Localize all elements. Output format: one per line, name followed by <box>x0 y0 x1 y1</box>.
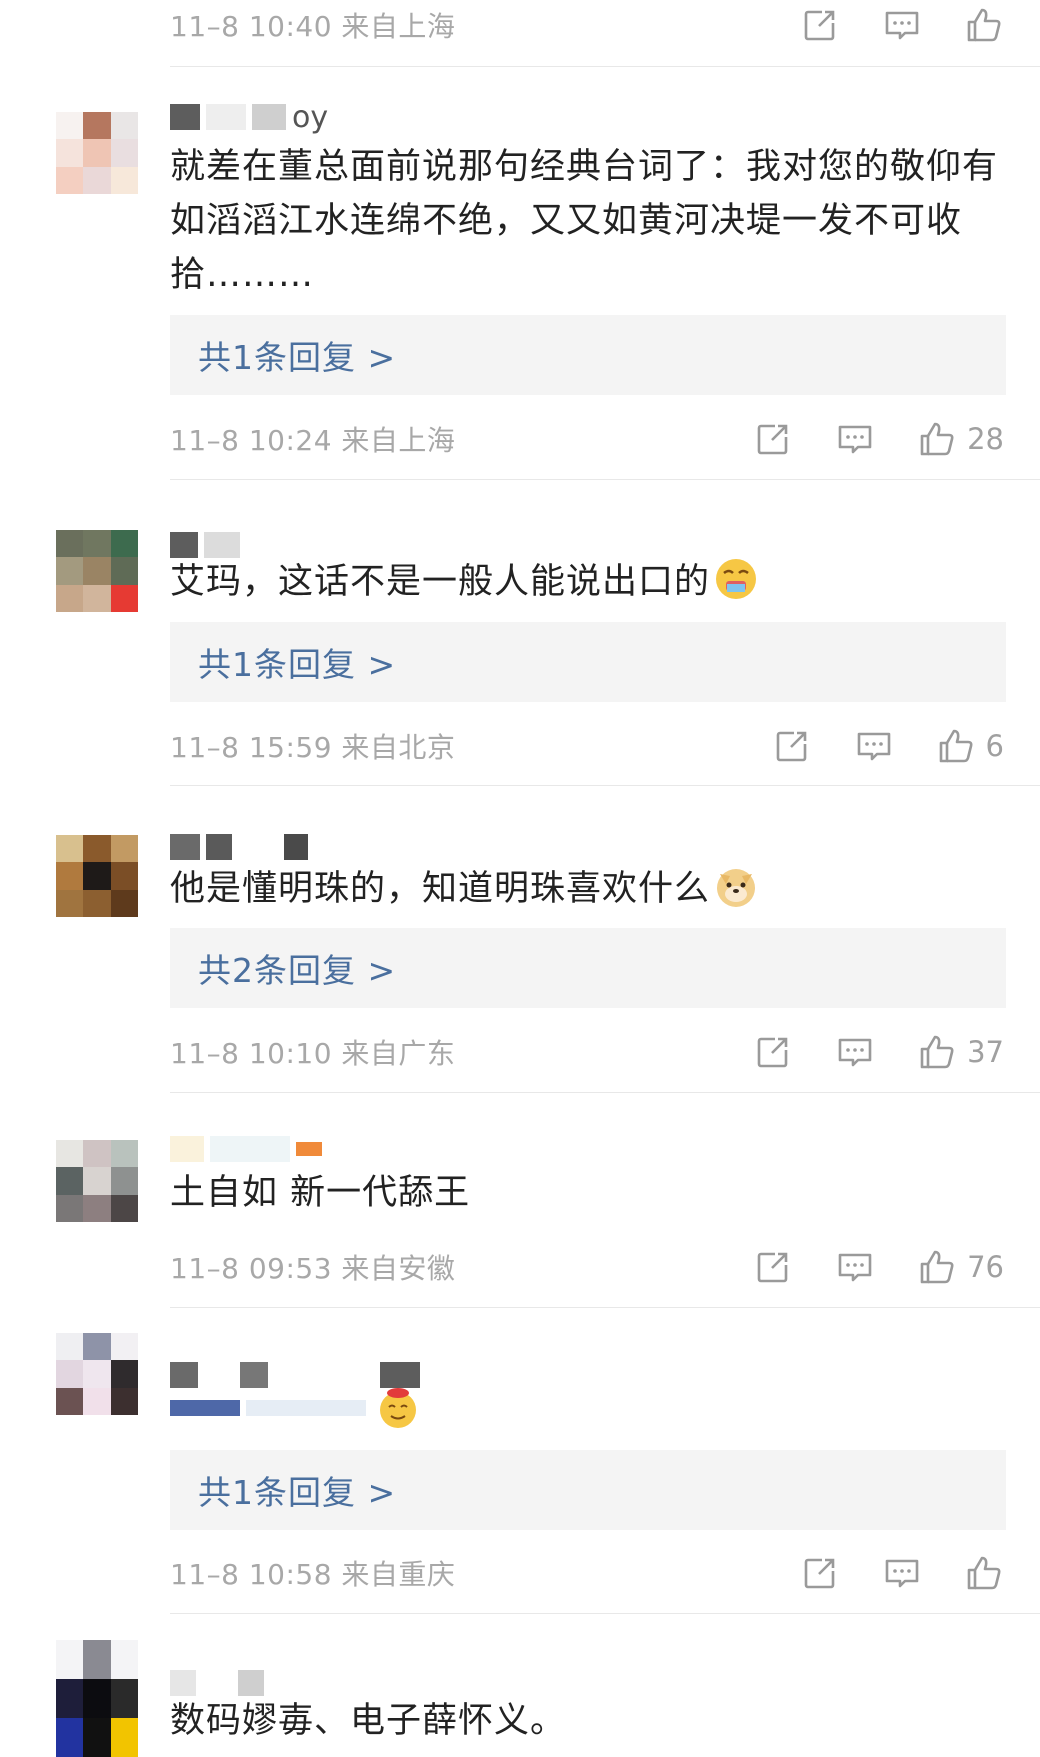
comment-meta-row: 11–8 10:40 来自上海 <box>170 0 1004 50</box>
like-count: 37 <box>967 1035 1004 1069</box>
comment-meta: 11–8 10:40 来自上海 <box>170 10 456 43</box>
emoji-666 <box>380 1388 416 1428</box>
comment-meta-row: 11–8 10:58 来自重庆 <box>170 1548 1004 1598</box>
avatar[interactable] <box>56 530 138 612</box>
avatar[interactable] <box>56 1140 138 1222</box>
username[interactable] <box>170 830 314 864</box>
comment-icon <box>854 726 894 766</box>
avatar[interactable] <box>56 835 138 917</box>
divider <box>170 1307 1040 1308</box>
share-icon <box>800 5 840 45</box>
like-icon <box>964 1553 1004 1593</box>
comment-text-body: 他是懂明珠的，知道明珠喜欢什么 <box>170 869 711 909</box>
like-button[interactable]: 37 <box>917 1032 1004 1072</box>
reply-button[interactable] <box>882 5 922 45</box>
comment-text <box>170 1386 420 1430</box>
comment-icon <box>882 1553 922 1593</box>
like-button[interactable] <box>964 5 1004 45</box>
comment-meta: 11–8 15:59 来自北京 <box>170 731 456 764</box>
reply-button[interactable] <box>835 1032 875 1072</box>
comment-text: 土自如 新一代舔王 <box>170 1173 471 1213</box>
share-button[interactable] <box>800 1553 840 1593</box>
share-icon <box>753 419 793 459</box>
like-button[interactable] <box>964 1553 1004 1593</box>
like-icon <box>964 5 1004 45</box>
share-button[interactable] <box>800 5 840 45</box>
avatar[interactable] <box>56 1333 138 1415</box>
divider <box>170 1613 1040 1614</box>
comment-icon <box>835 419 875 459</box>
comment-icon <box>835 1247 875 1287</box>
share-button[interactable] <box>772 726 812 766</box>
comment-meta: 11–8 10:10 来自广东 <box>170 1037 456 1070</box>
comment-actions: 76 <box>711 1247 1004 1287</box>
comment-meta: 11–8 10:58 来自重庆 <box>170 1558 456 1591</box>
emoji-sweat <box>716 559 757 599</box>
like-count: 76 <box>967 1250 1004 1284</box>
comment-icon <box>882 5 922 45</box>
reply-thread-link[interactable]: 共2条回复 > <box>170 928 1006 1008</box>
divider <box>170 479 1040 480</box>
comment-text-body: 艾玛，这话不是一般人能说出口的 <box>170 562 711 602</box>
like-count: 28 <box>967 422 1004 456</box>
comment-meta-row: 11–8 10:24 来自上海 28 <box>170 414 1004 464</box>
comment-meta: 11–8 10:24 来自上海 <box>170 424 456 457</box>
share-button[interactable] <box>753 419 793 459</box>
comment-actions: 28 <box>711 419 1004 459</box>
reply-button[interactable] <box>882 1553 922 1593</box>
share-icon <box>753 1032 793 1072</box>
comment-text: 就差在董总面前说那句经典台词了：我对您的敬仰有如滔滔江水连绵不绝，又又如黄河决堤… <box>170 147 999 295</box>
share-icon <box>800 1553 840 1593</box>
avatar[interactable] <box>56 1640 138 1757</box>
reply-button[interactable] <box>835 419 875 459</box>
comment-text: 数码嫪毐、电子薛怀义。 <box>170 1701 567 1741</box>
like-count: 6 <box>985 729 1004 763</box>
like-button[interactable]: 76 <box>917 1247 1004 1287</box>
username-visible: oy <box>292 99 329 135</box>
reply-thread-link[interactable]: 共1条回复 > <box>170 622 1006 702</box>
reply-button[interactable] <box>835 1247 875 1287</box>
comment-meta-row: 11–8 15:59 来自北京 6 <box>170 721 1004 771</box>
share-icon <box>772 726 812 766</box>
divider <box>170 785 1040 786</box>
divider <box>170 66 1040 67</box>
like-icon <box>936 726 976 766</box>
comment-icon <box>835 1032 875 1072</box>
comment-actions: 37 <box>711 1032 1004 1072</box>
comment-meta: 11–8 09:53 来自安徽 <box>170 1252 456 1285</box>
comment-actions <box>758 1553 1004 1593</box>
reply-thread-link[interactable]: 共1条回复 > <box>170 315 1006 395</box>
reply-thread-link[interactable]: 共1条回复 > <box>170 1450 1006 1530</box>
reply-button[interactable] <box>854 726 894 766</box>
comment-meta-row: 11–8 10:10 来自广东 37 <box>170 1027 1004 1077</box>
comment-text: 艾玛，这话不是一般人能说出口的 <box>170 555 1000 609</box>
like-button[interactable]: 6 <box>936 726 1004 766</box>
like-icon <box>917 1032 957 1072</box>
comment-actions <box>758 5 1004 45</box>
share-icon <box>753 1247 793 1287</box>
comment-meta-row: 11–8 09:53 来自安徽 76 <box>170 1242 1004 1292</box>
share-button[interactable] <box>753 1247 793 1287</box>
username[interactable] <box>170 1132 328 1166</box>
emoji-doge <box>717 869 756 907</box>
username[interactable]: oy <box>170 99 329 135</box>
like-icon <box>917 419 957 459</box>
divider <box>170 1092 1040 1093</box>
avatar[interactable] <box>56 112 138 194</box>
comment-actions: 6 <box>730 726 1004 766</box>
comment-text: 他是懂明珠的，知道明珠喜欢什么 <box>170 862 1000 916</box>
share-button[interactable] <box>753 1032 793 1072</box>
like-icon <box>917 1247 957 1287</box>
like-button[interactable]: 28 <box>917 419 1004 459</box>
